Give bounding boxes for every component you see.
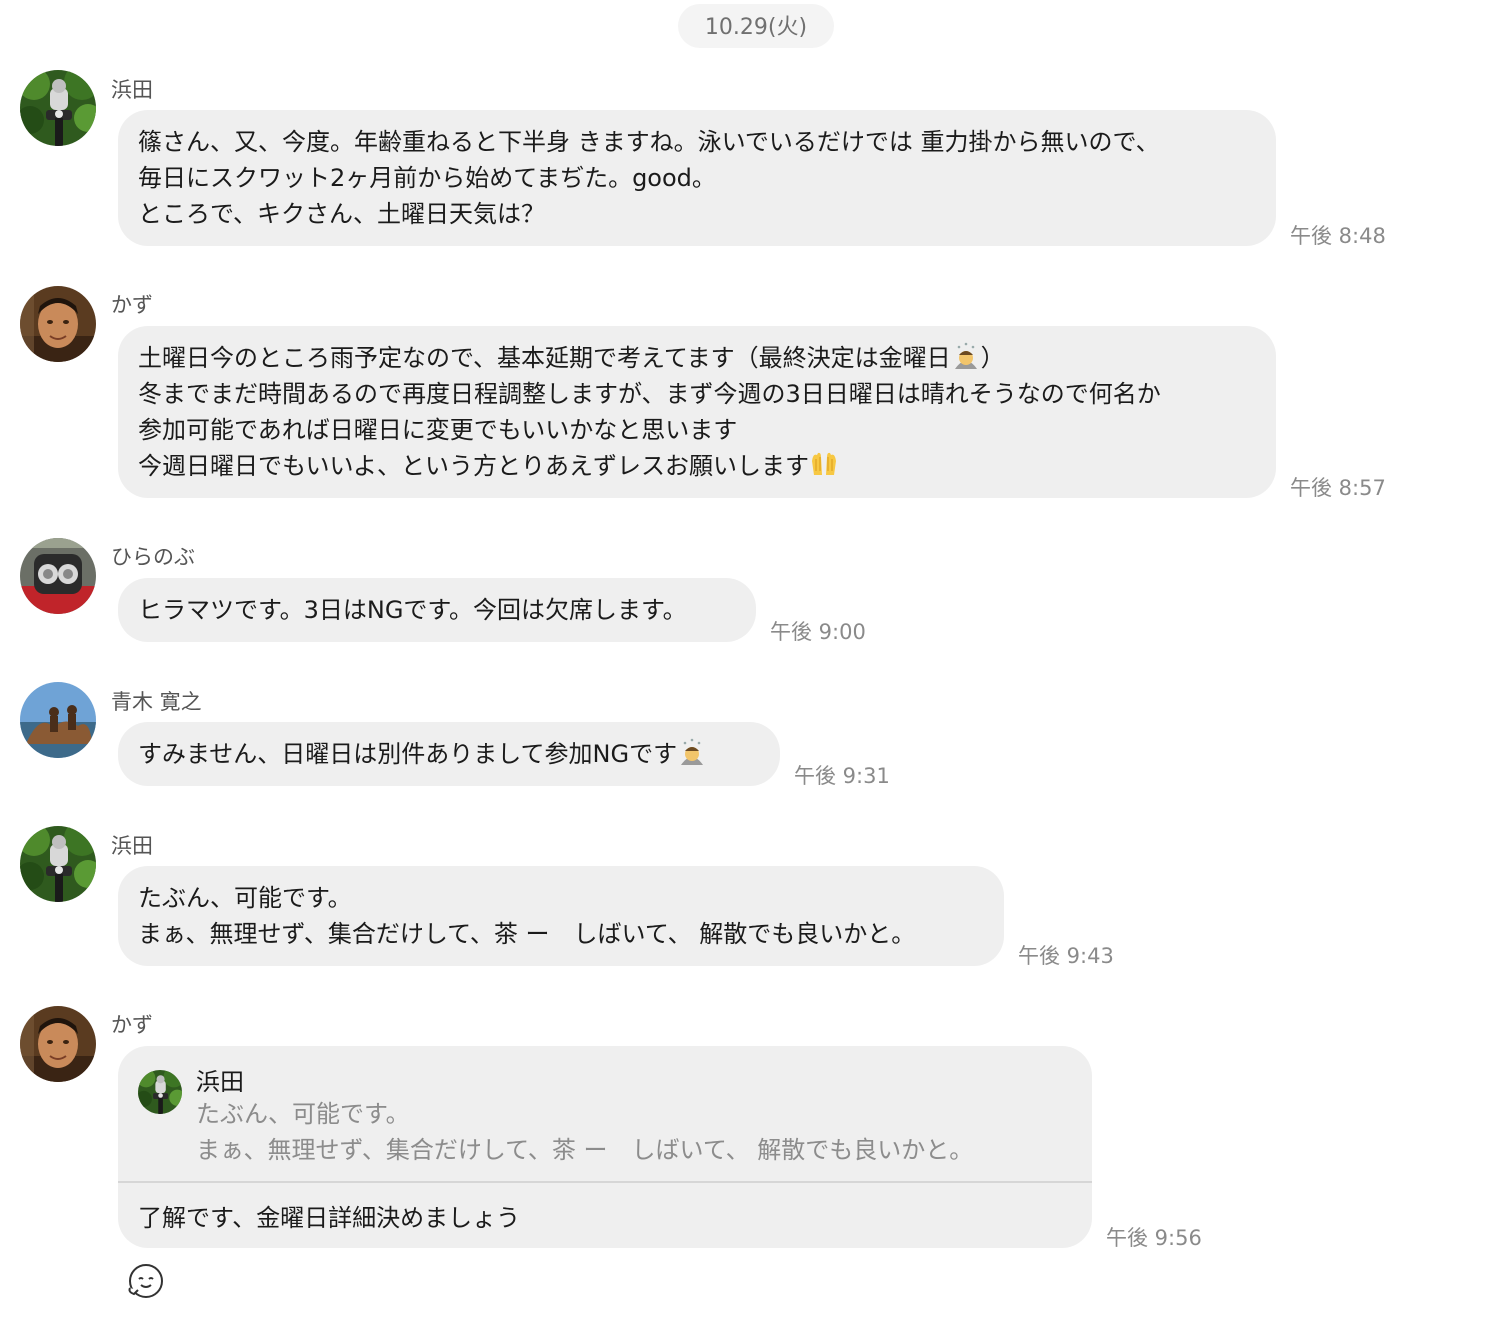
reply-divider <box>118 1181 1092 1183</box>
quoted-sender-name: 浜田 <box>196 1068 244 1096</box>
date-separator: 10.29(火) <box>678 4 834 48</box>
avatar[interactable] <box>20 70 96 146</box>
message-line: 毎日にスクワット2ヶ月前から始めてまぢた。good。 <box>138 164 716 192</box>
message-line: すみません、日曜日は別件ありまして参加NGです <box>138 736 758 772</box>
timestamp: 午後 9:00 <box>770 620 866 644</box>
chat-thread: 10.29(火) 浜田 篠さん、又、今度。年齢重ねると下半身 きますね。泳いでい… <box>0 0 1508 1318</box>
avatar[interactable] <box>20 538 96 614</box>
message-line: 冬までまだ時間あるので再度日程調整しますが、まず今週の3日日曜日は晴れそうなので… <box>138 380 1161 408</box>
message-line-text: すみません、日曜日は別件ありまして参加NGです <box>138 740 678 768</box>
message-line: 今週日曜日でもいいよ、という方とりあえずレスお願いします <box>138 448 1254 484</box>
timestamp: 午後 9:56 <box>1106 1226 1202 1250</box>
timestamp: 午後 8:57 <box>1290 476 1386 500</box>
man-portrait-avatar <box>20 1006 96 1082</box>
sender-name: かず <box>111 293 153 317</box>
avatar[interactable] <box>20 826 96 902</box>
timestamp: 午後 8:48 <box>1290 224 1386 248</box>
sender-name: 青木 寛之 <box>111 690 202 714</box>
sender-name: ひらのぶ <box>111 545 195 569</box>
message-line-text: 土曜日今のところ雨予定なので、基本延期で考えてます（最終決定は金曜日 <box>138 344 951 372</box>
avatar[interactable] <box>20 1006 96 1082</box>
motorcycle-photo-avatar <box>138 1070 182 1114</box>
raising-hands-emoji <box>809 449 839 479</box>
people-sculpture-avatar <box>20 682 96 758</box>
sender-name: 浜田 <box>111 78 153 102</box>
message-bubble[interactable]: すみません、日曜日は別件ありまして参加NGです <box>118 722 780 786</box>
message-line-suffix: ） <box>980 344 1005 372</box>
reply-message-bubble[interactable]: 浜田 たぶん、可能です。 まぁ、無理せず、集合だけして、茶 ー しばいて、 解散… <box>118 1046 1092 1248</box>
quoted-avatar <box>138 1070 182 1114</box>
message-line-text: 今週日曜日でもいいよ、という方とりあえずレスお願いします <box>138 452 810 480</box>
man-portrait-avatar <box>20 286 96 362</box>
smiling-face-reaction-icon[interactable] <box>126 1262 164 1300</box>
bowing-person-emoji <box>951 341 981 371</box>
bowing-person-emoji <box>677 737 707 767</box>
message-bubble[interactable]: ヒラマツです。3日はNGです。今回は欠席します。 <box>118 578 756 642</box>
avatar[interactable] <box>20 682 96 758</box>
quoted-text: たぶん、可能です。 まぁ、無理せず、集合だけして、茶 ー しばいて、 解散でも良… <box>196 1096 973 1168</box>
quoted-line: まぁ、無理せず、集合だけして、茶 ー しばいて、 解散でも良いかと。 <box>196 1136 974 1164</box>
sender-name: 浜田 <box>111 834 153 858</box>
message-line: ヒラマツです。3日はNGです。今回は欠席します。 <box>138 596 687 624</box>
message-line: 参加可能であれば日曜日に変更でもいいかなと思います <box>138 416 738 444</box>
message-line: 了解です、金曜日詳細決めましょう <box>138 1204 521 1232</box>
quoted-message[interactable]: 浜田 たぶん、可能です。 まぁ、無理せず、集合だけして、茶 ー しばいて、 解散… <box>118 1046 1092 1182</box>
sender-name: かず <box>111 1013 153 1037</box>
message-line: 篠さん、又、今度。年齢重ねると下半身 きますね。泳いでいるだけでは 重力掛から無… <box>138 128 1160 156</box>
motorcycle-headlights-avatar <box>20 538 96 614</box>
timestamp: 午後 9:31 <box>794 764 890 788</box>
message-bubble[interactable]: 土曜日今のところ雨予定なので、基本延期で考えてます（最終決定は金曜日 ） 冬までま… <box>118 326 1276 498</box>
motorcycle-photo-avatar <box>20 826 96 902</box>
message-bubble[interactable]: たぶん、可能です。 まぁ、無理せず、集合だけして、茶 ー しばいて、 解散でも良… <box>118 866 1004 966</box>
motorcycle-photo-avatar <box>20 70 96 146</box>
message-line: ところで、キクさん、土曜日天気は？ <box>138 200 546 228</box>
message-line: たぶん、可能です。 <box>138 884 352 912</box>
message-line: まぁ、無理せず、集合だけして、茶 ー しばいて、 解散でも良いかと。 <box>138 920 916 948</box>
message-line: 土曜日今のところ雨予定なので、基本延期で考えてます（最終決定は金曜日 ） <box>138 340 1254 376</box>
message-bubble[interactable]: 篠さん、又、今度。年齢重ねると下半身 きますね。泳いでいるだけでは 重力掛から無… <box>118 110 1276 246</box>
avatar[interactable] <box>20 286 96 362</box>
timestamp: 午後 9:43 <box>1018 944 1114 968</box>
quoted-line: たぶん、可能です。 <box>196 1100 410 1128</box>
